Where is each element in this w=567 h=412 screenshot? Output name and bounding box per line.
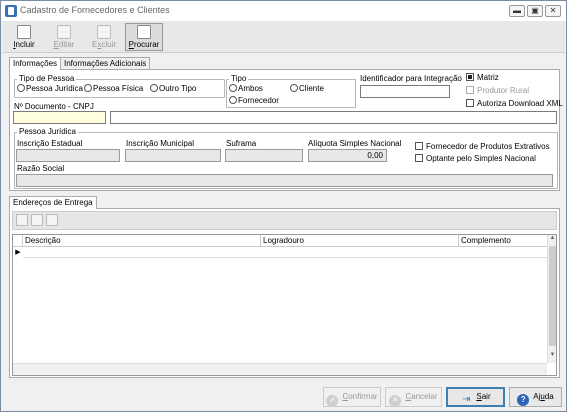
ajuda-button[interactable]: ? Ajuda	[509, 387, 562, 407]
cancel-icon: ✕	[389, 395, 402, 407]
identificador-input[interactable]	[360, 85, 450, 98]
inscricao-municipal-input[interactable]	[125, 149, 221, 162]
edit-address-icon[interactable]	[31, 214, 43, 226]
help-icon: ?	[517, 394, 530, 406]
excluir-button[interactable]: Excluir	[85, 23, 123, 51]
aliquota-input[interactable]: 0,00	[308, 149, 387, 162]
radio-ambos[interactable]: Ambos	[229, 84, 263, 94]
aliquota-label: Alíquota Simples Nacional	[308, 139, 402, 148]
inscricao-municipal-label: Inscrição Municipal	[126, 139, 195, 148]
editar-button[interactable]: Editar	[45, 23, 83, 51]
document-delete-icon	[97, 25, 111, 39]
scroll-up-icon[interactable]: ▲	[548, 235, 557, 245]
suframa-input[interactable]	[225, 149, 303, 162]
produtor-rural-checkbox[interactable]: Produtor Rural	[466, 86, 529, 96]
enderecos-grid[interactable]: Descrição Logradouro Complemento ▶ ▲ ▼	[12, 234, 557, 376]
inscricao-estadual-input[interactable]	[16, 149, 120, 162]
fornecedor-extrativos-checkbox[interactable]: Fornecedor de Produtos Extrativos	[415, 142, 550, 152]
informacoes-panel: Tipo de Pessoa Pessoa Jurídica Pessoa Fí…	[9, 69, 563, 191]
confirmar-button[interactable]: ✔ Confirmar	[323, 387, 381, 407]
optante-simples-checkbox[interactable]: Optante pelo Simples Nacional	[415, 154, 536, 164]
document-add-icon	[17, 25, 31, 39]
radio-cliente[interactable]: Cliente	[290, 84, 324, 94]
enderecos-panel: Descrição Logradouro Complemento ▶ ▲ ▼	[9, 208, 560, 378]
procurar-button[interactable]: Procurar	[125, 23, 163, 51]
razao-social-label: Razão Social	[17, 164, 65, 173]
inscricao-estadual-label: Inscrição Estadual	[17, 139, 83, 148]
tab-informacoes[interactable]: Informações	[9, 57, 62, 70]
document-edit-icon	[57, 25, 71, 39]
documento-input[interactable]	[13, 111, 106, 124]
radio-pessoa-juridica[interactable]: Pessoa Jurídica	[17, 84, 83, 94]
grid-horizontal-scrollbar[interactable]	[13, 363, 547, 375]
razao-social-input[interactable]	[16, 174, 553, 187]
grid-indicator-header	[13, 235, 23, 247]
col-logradouro[interactable]: Logradouro	[261, 235, 459, 247]
grid-vertical-scrollbar[interactable]: ▲ ▼	[547, 235, 556, 363]
tipo-pessoa-title: Tipo de Pessoa	[17, 74, 77, 83]
main-window: Cadastro de Fornecedores e Clientes ▬ ▣ …	[0, 0, 567, 412]
documento-label: Nº Documento - CNPJ	[14, 102, 94, 111]
current-row-indicator: ▶	[15, 249, 21, 256]
nome-input[interactable]	[110, 111, 557, 124]
cancelar-button[interactable]: ✕ Cancelar	[385, 387, 442, 407]
col-descricao[interactable]: Descrição	[23, 235, 261, 247]
add-address-icon[interactable]	[16, 214, 28, 226]
matriz-checkbox[interactable]: Matriz	[466, 73, 499, 83]
radio-outro-tipo[interactable]: Outro Tipo	[150, 84, 196, 94]
title-bar: Cadastro de Fornecedores e Clientes ▬ ▣ …	[1, 1, 566, 21]
scroll-down-icon[interactable]: ▼	[548, 352, 557, 362]
enderecos-toolbar	[12, 211, 557, 230]
maximize-button[interactable]: ▣	[527, 5, 543, 17]
delete-address-icon[interactable]	[46, 214, 58, 226]
scroll-thumb[interactable]	[549, 246, 556, 346]
sair-button[interactable]: ⇥ Sair	[446, 387, 505, 407]
app-icon	[5, 5, 17, 17]
tab-enderecos-entrega[interactable]: Endereços de Entrega	[9, 196, 97, 209]
pessoa-juridica-title: Pessoa Jurídica	[17, 127, 78, 136]
identificador-label: Identificador para Integração	[360, 74, 462, 83]
toolbar: Incluir Editar Excluir Procurar	[3, 21, 565, 53]
suframa-label: Suframa	[226, 139, 257, 148]
close-button[interactable]: ✕	[545, 5, 561, 17]
check-icon: ✔	[326, 395, 339, 407]
radio-fornecedor[interactable]: Fornecedor	[229, 96, 279, 106]
incluir-button[interactable]: Incluir	[5, 23, 43, 51]
radio-pessoa-fisica[interactable]: Pessoa Física	[84, 84, 143, 94]
tipo-title: Tipo	[229, 74, 249, 83]
autoriza-download-checkbox[interactable]: Autoriza Download XML	[466, 99, 563, 109]
minimize-button[interactable]: ▬	[509, 5, 525, 17]
window-title: Cadastro de Fornecedores e Clientes	[20, 5, 170, 15]
document-search-icon	[137, 25, 151, 39]
col-complemento[interactable]: Complemento	[459, 235, 548, 247]
exit-icon: ⇥	[462, 394, 471, 405]
table-row[interactable]	[23, 247, 548, 258]
